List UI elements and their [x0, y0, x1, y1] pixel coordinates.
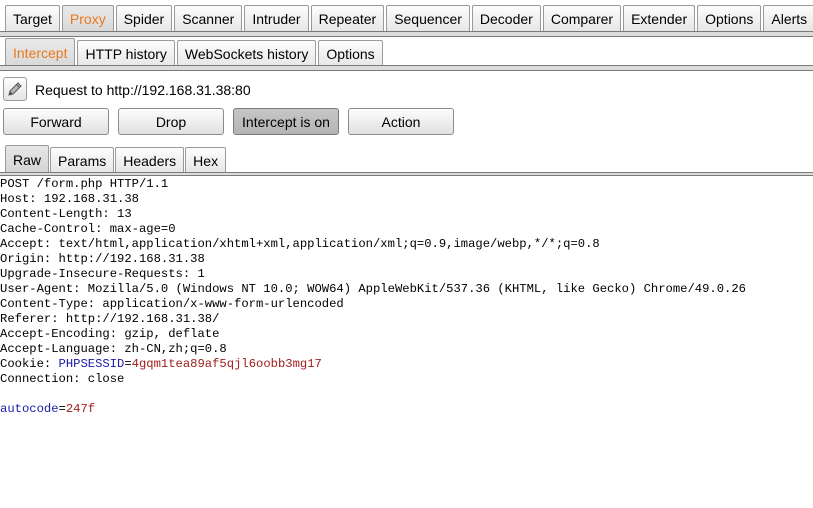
tab-comparer[interactable]: Comparer — [542, 5, 622, 31]
tab-intruder[interactable]: Intruder — [244, 5, 309, 31]
proxy-tab-websockets-history[interactable]: WebSockets history — [176, 40, 317, 67]
raw-request-editor[interactable]: POST /form.php HTTP/1.1 Host: 192.168.31.… — [0, 176, 813, 508]
main-tab-bar: Target Proxy Spider Scanner Intruder Repeater… — [0, 5, 813, 31]
request-line-text: Accept-Encoding: gzip, deflate — [0, 327, 220, 341]
proxy-tab-options[interactable]: Options — [318, 40, 383, 67]
tab-spider[interactable]: Spider — [115, 5, 173, 31]
tab-decoder[interactable]: Decoder — [471, 5, 541, 31]
message-tab-raw[interactable]: Raw — [5, 145, 50, 173]
request-line: Cookie: PHPSESSID=4gqm1tea89af5qjl6oobb3… — [0, 357, 813, 372]
request-line: User-Agent: Mozilla/5.0 (Windows NT 10.0… — [0, 282, 813, 297]
edit-request-button[interactable] — [3, 77, 27, 101]
tab-scanner[interactable]: Scanner — [174, 5, 243, 31]
request-line-text: Connection: close — [0, 372, 125, 386]
request-line-text: Accept: text/html,application/xhtml+xml,… — [0, 237, 600, 251]
request-line: Content-Type: application/x-www-form-url… — [0, 297, 813, 312]
request-line-text: POST /form.php HTTP/1.1 — [0, 177, 169, 191]
request-line-text: Origin: http://192.168.31.38 — [0, 252, 205, 266]
request-line-text: Cache-Control: max-age=0 — [0, 222, 176, 236]
forward-button[interactable]: Forward — [3, 108, 109, 135]
request-line: POST /form.php HTTP/1.1 — [0, 177, 813, 192]
request-line-text: Accept-Language: zh-CN,zh;q=0.8 — [0, 342, 227, 356]
proxy-tab-separator — [0, 65, 813, 71]
request-line: Origin: http://192.168.31.38 — [0, 252, 813, 267]
pencil-icon — [8, 82, 22, 96]
tab-alerts[interactable]: Alerts — [763, 5, 813, 31]
intercept-toggle-button[interactable]: Intercept is on — [233, 108, 339, 135]
tab-options[interactable]: Options — [697, 5, 762, 31]
body-param-name: autocode — [0, 402, 59, 416]
body-param-value: 247f — [65, 402, 96, 416]
request-line-text: Content-Type: application/x-www-form-url… — [0, 297, 344, 311]
proxy-tab-http-history[interactable]: HTTP history — [77, 40, 175, 67]
request-line: Accept: text/html,application/xhtml+xml,… — [0, 237, 813, 252]
tab-proxy[interactable]: Proxy — [61, 5, 114, 31]
proxy-tab-bar: Intercept HTTP history WebSockets history O… — [0, 38, 813, 67]
message-tab-params[interactable]: Params — [50, 147, 115, 173]
request-line: Referer: http://192.168.31.38/ — [0, 312, 813, 327]
tab-target[interactable]: Target — [5, 5, 60, 31]
request-line: Cache-Control: max-age=0 — [0, 222, 813, 237]
request-line-text: Upgrade-Insecure-Requests: 1 — [0, 267, 205, 281]
message-tab-hex[interactable]: Hex — [185, 147, 227, 173]
tab-sequencer[interactable]: Sequencer — [386, 5, 470, 31]
request-line-text: User-Agent: Mozilla/5.0 (Windows NT 10.0… — [0, 282, 746, 296]
request-line-text: Host: 192.168.31.38 — [0, 192, 139, 206]
request-line: Content-Length: 13 — [0, 207, 813, 222]
request-line: Upgrade-Insecure-Requests: 1 — [0, 267, 813, 282]
tab-extender[interactable]: Extender — [623, 5, 696, 31]
proxy-tab-intercept[interactable]: Intercept — [5, 38, 76, 67]
main-tab-separator — [0, 31, 813, 37]
cookie-param-name: PHPSESSID — [58, 357, 125, 371]
cookie-param-value: 4gqm1tea89af5qjl6oobb3mg17 — [131, 357, 322, 371]
drop-button[interactable]: Drop — [118, 108, 224, 135]
action-button[interactable]: Action — [348, 108, 454, 135]
request-target-label: Request to http://192.168.31.38:80 — [35, 82, 251, 98]
tab-repeater[interactable]: Repeater — [310, 5, 385, 31]
request-line: Accept-Encoding: gzip, deflate — [0, 327, 813, 342]
message-tab-headers[interactable]: Headers — [115, 147, 185, 173]
request-line-text: Referer: http://192.168.31.38/ — [0, 312, 220, 326]
cookie-param-separator: = — [124, 357, 132, 371]
request-line: Accept-Language: zh-CN,zh;q=0.8 — [0, 342, 813, 357]
request-line: Connection: close — [0, 372, 813, 387]
request-line-text: Content-Length: 13 — [0, 207, 132, 221]
request-line: Host: 192.168.31.38 — [0, 192, 813, 207]
request-line: autocode=247f — [0, 402, 813, 417]
body-param-separator: = — [58, 402, 66, 416]
message-view-tab-bar: Raw Params Headers Hex — [0, 145, 813, 173]
cookie-header-name: Cookie: — [0, 357, 59, 371]
